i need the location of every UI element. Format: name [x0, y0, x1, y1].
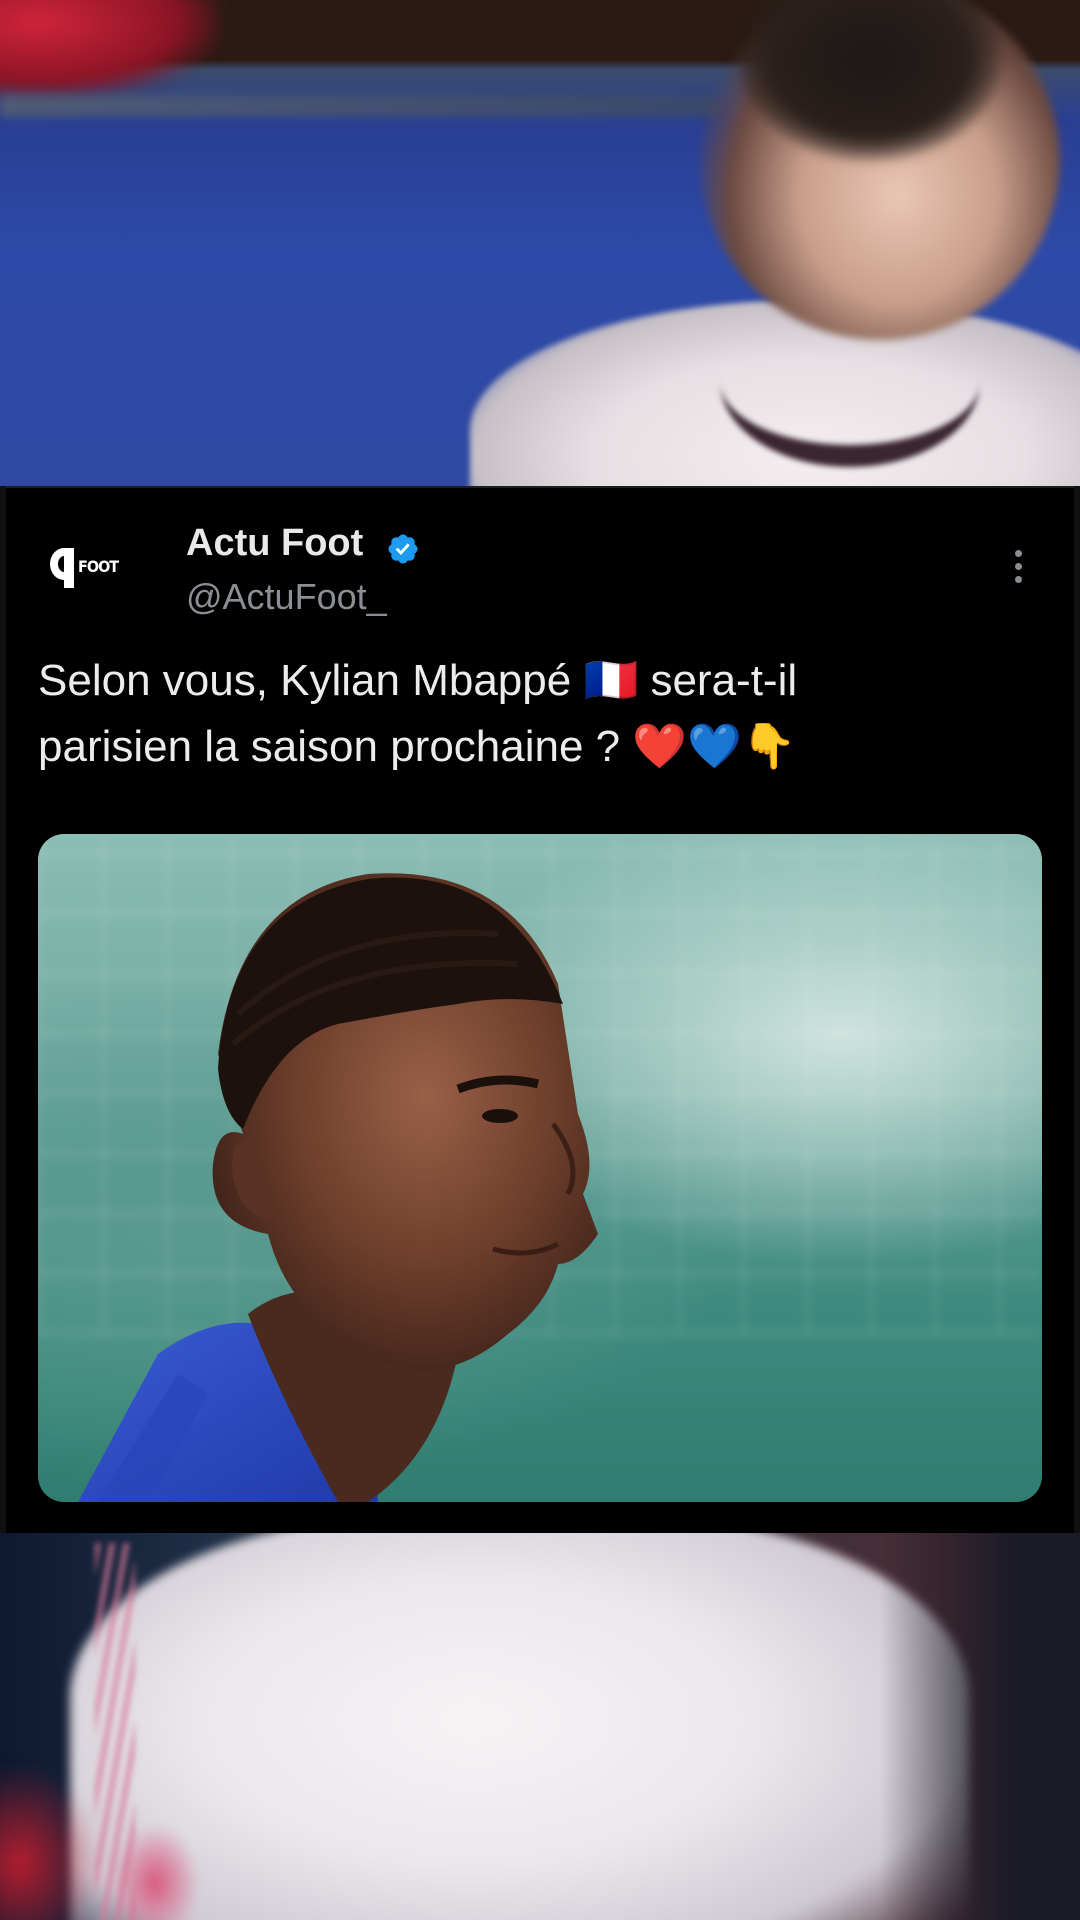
- background-video-bottom: [0, 1533, 1080, 1920]
- avatar-logo-bar: [64, 548, 74, 588]
- background-player-shirt-bottom: [70, 1533, 970, 1920]
- tweet-text: Selon vous, Kylian Mbappé 🇫🇷 sera-t-il p…: [38, 656, 798, 771]
- background-stand: [0, 95, 720, 117]
- tweet-card: FOOT Actu Foot @ActuFoot_ Selon vous, Ky…: [6, 486, 1074, 1533]
- background-red-banner: [0, 0, 220, 100]
- verified-badge-icon: [388, 534, 418, 564]
- tweet-header: FOOT Actu Foot @ActuFoot_: [6, 488, 1074, 628]
- avatar-logo-text: FOOT: [78, 557, 119, 576]
- background-dark-area: [880, 1533, 1080, 1920]
- account-name[interactable]: Actu Foot: [186, 522, 363, 565]
- video-frame: FOOT Actu Foot @ActuFoot_ Selon vous, Ky…: [0, 0, 1080, 1920]
- more-options-icon[interactable]: [1008, 550, 1028, 600]
- background-video-top: [0, 0, 1080, 486]
- tweet-photo[interactable]: [38, 834, 1042, 1502]
- photo-player-portrait: [78, 873, 598, 1502]
- account-handle[interactable]: @ActuFoot_: [186, 576, 387, 618]
- avatar[interactable]: FOOT: [46, 544, 132, 594]
